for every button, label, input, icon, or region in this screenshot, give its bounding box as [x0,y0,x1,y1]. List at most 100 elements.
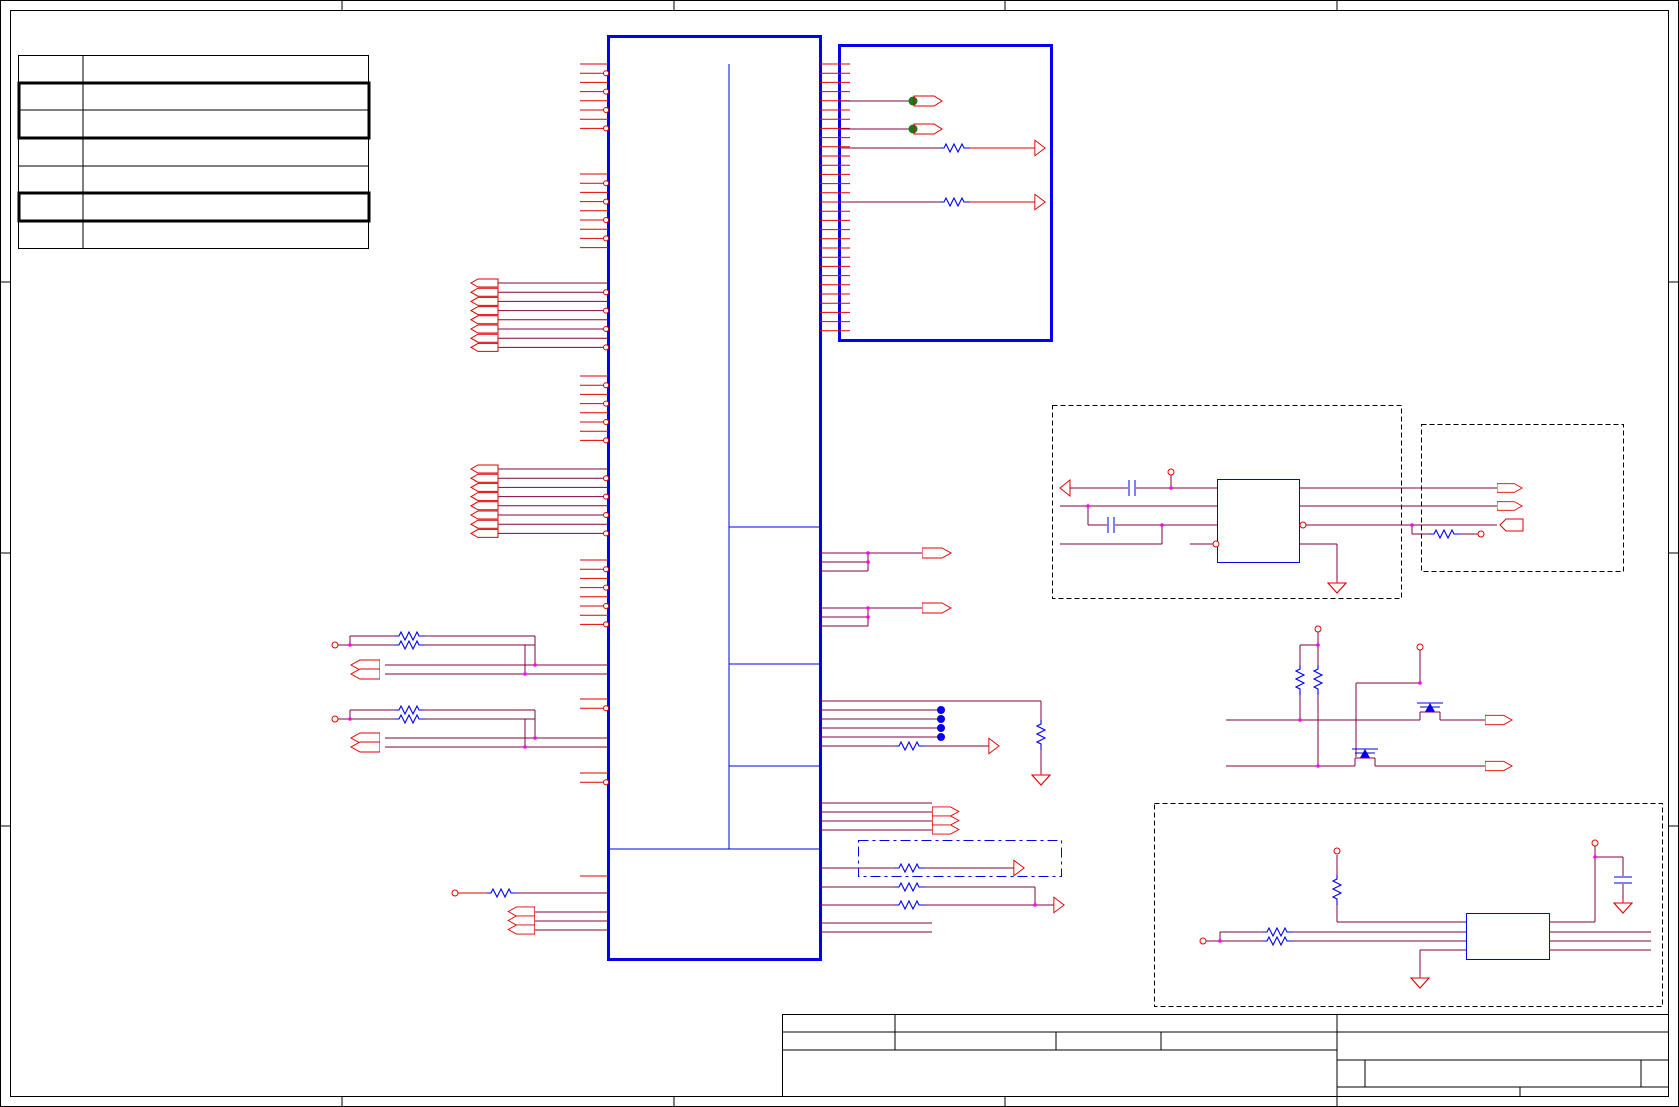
resistor-icon [1430,529,1460,539]
resistor-icon [1263,927,1293,937]
bottom-left-network [451,888,608,935]
pin-stub [580,107,609,113]
pin-stub [580,70,609,77]
resistor-icon [395,705,425,715]
capacitor-icon [1128,480,1136,496]
port-icon [469,333,608,343]
ground-icon [1410,975,1430,989]
pin-stub [580,235,609,242]
power-arrow-icon [1013,859,1025,877]
pin-stub [580,437,609,444]
left-resistor-network [331,631,608,753]
port-icon [469,464,608,474]
test-point-icon [937,724,945,732]
port-icon [469,528,609,538]
port-icon [469,492,609,502]
port-icon [1485,714,1513,726]
resistor-icon [1332,875,1342,905]
port-icon [469,473,609,483]
title-block [782,1014,1669,1097]
port-icon [1497,501,1523,511]
power-arrow-icon [988,737,1000,755]
port-icon [932,815,960,826]
port-icon [469,324,609,334]
capacitor-icon [1614,876,1632,884]
port-icon [1485,760,1513,772]
pin-stub [580,217,609,223]
resistor-icon [1036,720,1046,750]
port-icon [932,824,960,835]
led-icon [840,123,943,135]
resistor-icon [895,741,925,751]
pin-stub [580,400,609,407]
pin-stub [580,584,609,591]
port-icon [469,482,608,492]
port-icon [507,915,535,926]
ground-icon [1031,772,1051,786]
port-icon [1499,518,1524,532]
pin-stub [580,180,609,187]
pin-stub [580,419,609,425]
port-icon [507,924,535,935]
resistor-icon [395,631,425,641]
resistor-icon [1313,665,1323,695]
port-icon [469,296,608,306]
capacitor-icon [1107,517,1115,533]
resistor-icon [840,193,1046,211]
resistor-icon [1263,936,1293,946]
pin-stub [580,198,609,205]
regulator-section [1052,405,1497,599]
power-arrow-icon [1059,478,1071,498]
test-point-group [820,700,1051,786]
main-ic-block [607,35,822,961]
pin-stub [580,566,609,573]
port-icon [922,602,952,614]
ic-right-pins [820,63,850,332]
port-icon [1497,483,1523,493]
right-port-group [820,551,922,627]
port-icon [469,501,608,511]
port-icon [932,806,960,817]
schematic-sheet [0,0,1679,1107]
test-point-icon [937,733,945,741]
resistor-icon [1295,665,1305,695]
pin-stub [580,88,609,95]
power-arrow-icon [1034,193,1046,211]
sensor-section [1154,803,1663,1007]
resistor-icon [895,900,925,910]
ic-left-pins [580,63,609,877]
port-icon [469,342,609,352]
resistor-icon [395,640,425,650]
dashed-option-box [858,840,1062,877]
resistor-icon [895,882,925,892]
ground-icon [1327,580,1347,594]
connector-block [838,44,1053,342]
port-icon [507,906,535,917]
test-point-icon [937,706,945,714]
power-arrow-icon [1034,139,1046,157]
led-icon [840,95,943,107]
resistor-icon [487,888,517,898]
pin-stub [580,382,609,389]
pin-stub [580,779,609,786]
port-icon [350,741,380,753]
left-port-bus [469,278,609,538]
power-arrow-icon [1053,896,1065,914]
port-icon [469,287,609,297]
revision-table [17,55,371,249]
port-icon [469,278,608,288]
regulator-ic [1217,479,1300,563]
port-icon [922,547,952,559]
output-section [1421,424,1624,572]
resistor-icon [840,139,1046,157]
level-shifter [1226,625,1513,772]
revision-row-highlight [17,191,371,223]
port-icon [469,510,609,520]
bottom-output-group [820,802,1065,933]
port-icon [469,315,608,325]
port-icon [350,668,380,680]
mosfet-icon [1417,702,1443,712]
ground-icon [1613,900,1633,914]
pin-stub [580,603,609,609]
port-icon [469,519,608,529]
